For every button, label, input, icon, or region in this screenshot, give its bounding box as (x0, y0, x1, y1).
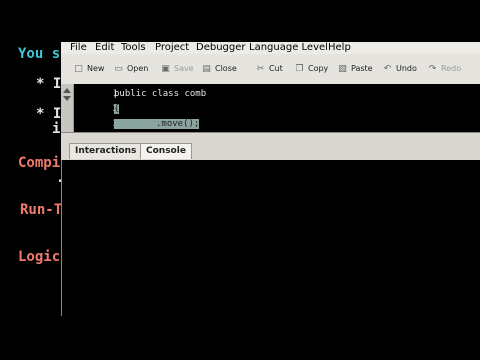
copy-button[interactable]: ❐ Copy (294, 62, 328, 76)
ide-window: File Edit Tools Project Debugger Languag… (61, 42, 480, 316)
cut-label: Cut (269, 64, 283, 73)
new-button[interactable]: □ New (73, 62, 104, 76)
save-label: Save (174, 64, 194, 73)
file-list-splitter[interactable] (61, 84, 74, 132)
open-folder-icon: ▭ (114, 63, 123, 74)
tab-bar: Interactions Console (61, 132, 480, 161)
tab-console[interactable]: Console (140, 143, 192, 159)
open-button[interactable]: ▭ Open (113, 62, 148, 76)
bg-text-line-5: Compi (18, 155, 61, 171)
open-label: Open (127, 64, 149, 73)
close-button[interactable]: ▤ Close (201, 62, 237, 76)
tab-interactions[interactable]: Interactions (69, 143, 143, 159)
bg-text-line-2: * I (36, 76, 62, 92)
code-line-selected: .move(); (114, 119, 200, 129)
code-editor[interactable]: 1 public class comb 2 { 3 .move(); I (74, 84, 480, 154)
bg-text-line-7: Run-T (20, 202, 63, 218)
menu-help[interactable]: Help (328, 42, 351, 54)
menu-file[interactable]: File (70, 42, 87, 54)
new-file-icon: □ (74, 63, 83, 74)
bg-text-line-1: You s (18, 46, 61, 62)
scissors-icon: ✂ (256, 63, 265, 74)
bg-text-line-8: Logic (18, 249, 61, 265)
copy-icon: ❐ (295, 63, 304, 74)
save-button[interactable]: ▣ Save (160, 62, 194, 76)
close-label: Close (215, 64, 237, 73)
menu-tools[interactable]: Tools (121, 42, 146, 54)
redo-icon: ↷ (428, 63, 437, 74)
menu-bar: File Edit Tools Project Debugger Languag… (61, 42, 480, 54)
undo-button[interactable]: ↶ Undo (382, 62, 417, 76)
code-line: public class comb (114, 89, 207, 99)
bg-text-line-3: * I (36, 106, 62, 122)
redo-label: Redo (441, 64, 462, 73)
menu-project[interactable]: Project (155, 42, 189, 54)
paste-label: Paste (351, 64, 373, 73)
paste-clipboard-icon: ▧ (338, 63, 347, 74)
expand-up-icon[interactable] (63, 88, 71, 93)
interactions-panel[interactable] (61, 160, 480, 316)
paste-button[interactable]: ▧ Paste (337, 62, 373, 76)
save-disk-icon: ▣ (161, 63, 170, 74)
menu-debugger[interactable]: Debugger (196, 42, 246, 54)
code-line-selected: { (114, 104, 120, 114)
copy-label: Copy (308, 64, 329, 73)
bg-text-line-4: i (52, 121, 61, 137)
toolbar: □ New ▭ Open ▣ Save ▤ Close ✂ Cut ❐ Copy ▧ Past… (61, 54, 480, 85)
cut-button[interactable]: ✂ Cut (255, 62, 283, 76)
menu-edit[interactable]: Edit (95, 42, 114, 54)
new-label: New (87, 64, 105, 73)
menu-language-level[interactable]: Language Level (249, 42, 328, 54)
undo-label: Undo (396, 64, 417, 73)
redo-button[interactable]: ↷ Redo (427, 62, 461, 76)
collapse-down-icon[interactable] (63, 96, 71, 101)
close-file-icon: ▤ (202, 63, 211, 74)
undo-icon: ↶ (383, 63, 392, 74)
